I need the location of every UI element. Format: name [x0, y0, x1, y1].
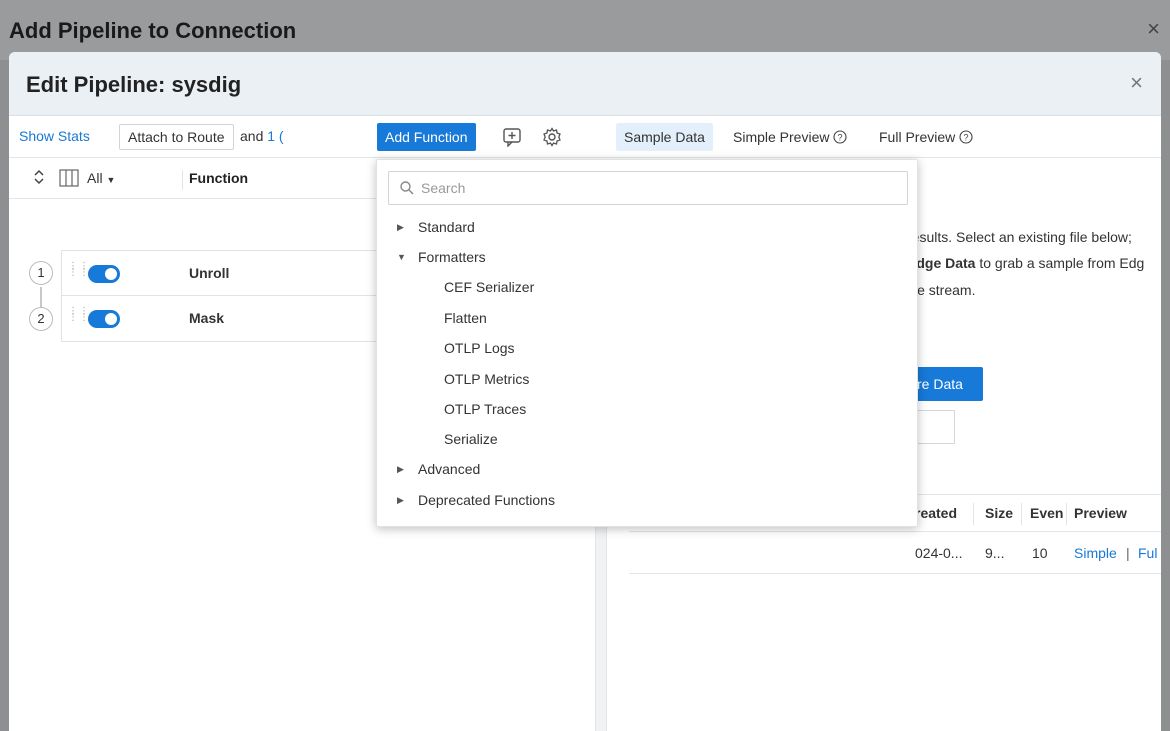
caret-right-icon: ▶	[397, 495, 404, 505]
column-preview: Preview	[1074, 505, 1127, 521]
column-created[interactable]: reated	[915, 505, 967, 521]
add-function-dropdown: ▶ Standard ▼ Formatters CEF Serializer F…	[376, 159, 918, 527]
modal-close-icon[interactable]: ×	[1130, 70, 1143, 96]
gear-icon[interactable]	[540, 125, 564, 149]
drag-handle-icon[interactable]: ⋮⋮ ⋮⋮	[68, 262, 89, 282]
pipeline-toolbar: Show Stats Attach to Route and 1 ( Add F…	[9, 116, 1161, 158]
column-size[interactable]: Size	[985, 505, 1013, 521]
caret-right-icon: ▶	[397, 464, 404, 474]
column-separator	[1066, 503, 1067, 525]
caret-down-icon: ▼	[397, 252, 406, 262]
category-label: Advanced	[418, 461, 481, 477]
column-separator	[1021, 503, 1022, 525]
add-function-button[interactable]: Add Function	[377, 123, 476, 151]
all-filter-label: All	[87, 170, 103, 186]
route-count-link[interactable]: 1 (	[267, 128, 283, 144]
step-number-2: 2	[29, 307, 53, 331]
link-separator: |	[1126, 545, 1130, 561]
capture-data-button[interactable]: re Data	[907, 367, 983, 401]
category-advanced[interactable]: ▶ Advanced	[377, 454, 917, 484]
function-option-serialize[interactable]: Serialize	[444, 424, 498, 454]
function-option-otlp-metrics[interactable]: OTLP Metrics	[444, 364, 529, 394]
table-row[interactable]: 024-0... 9... 10 Simple | Ful	[629, 532, 1161, 574]
file-events: 10	[1032, 545, 1048, 561]
category-label: Standard	[418, 219, 475, 235]
category-deprecated-functions[interactable]: ▶ Deprecated Functions	[377, 485, 917, 515]
file-created: 024-0...	[915, 545, 963, 561]
search-input[interactable]	[421, 172, 901, 204]
simple-preview-link[interactable]: Simple	[1074, 545, 1117, 561]
tab-full-preview-label: Full Preview	[879, 129, 956, 145]
help-circle-icon: ?	[959, 129, 973, 145]
function-column-header: Function	[182, 170, 248, 190]
svg-text:?: ?	[964, 133, 969, 143]
tab-sample-data-label: Sample Data	[624, 129, 705, 145]
attached-routes-text: and 1 (	[240, 128, 284, 144]
svg-text:?: ?	[838, 133, 843, 143]
category-label: Formatters	[418, 249, 486, 265]
caret-right-icon: ▶	[397, 222, 404, 232]
function-search-box[interactable]	[388, 171, 908, 205]
show-stats-link[interactable]: Show Stats	[19, 128, 90, 144]
function-name: Mask	[189, 310, 225, 326]
file-size: 9...	[985, 545, 1005, 561]
tab-full-preview[interactable]: Full Preview ?	[871, 123, 981, 151]
expand-collapse-icon[interactable]	[33, 167, 45, 190]
full-preview-link[interactable]: Ful	[1138, 545, 1157, 561]
function-row-unroll[interactable]: ⋮⋮ ⋮⋮ Unroll	[61, 250, 381, 296]
help-circle-icon: ?	[833, 129, 847, 145]
tab-simple-preview[interactable]: Simple Preview ?	[725, 123, 855, 151]
step-number-1: 1	[29, 261, 53, 285]
add-comment-icon[interactable]	[500, 125, 524, 149]
drag-handle-icon[interactable]: ⋮⋮ ⋮⋮	[68, 307, 89, 327]
info-text-line-2-rest: to grab a sample from Edg	[979, 255, 1145, 271]
search-icon	[399, 180, 415, 196]
info-text-line-2: Edge Data to grab a sample from Edg	[907, 255, 1144, 271]
outer-close-icon[interactable]: ×	[1147, 16, 1160, 42]
modal-header: Edit Pipeline: sysdig ×	[9, 52, 1161, 116]
function-option-cef-serializer[interactable]: CEF Serializer	[444, 272, 534, 302]
category-standard[interactable]: ▶ Standard	[377, 212, 917, 242]
attach-to-route-button[interactable]: Attach to Route	[119, 124, 234, 150]
caret-down-icon: ▼	[106, 175, 116, 185]
enable-toggle[interactable]	[88, 265, 120, 283]
enable-toggle[interactable]	[88, 310, 120, 328]
function-row-mask[interactable]: ⋮⋮ ⋮⋮ Mask	[61, 296, 381, 342]
function-name: Unroll	[189, 265, 230, 281]
function-option-otlp-logs[interactable]: OTLP Logs	[444, 333, 515, 363]
outer-dialog-title: Add Pipeline to Connection	[9, 18, 297, 43]
category-label: Deprecated Functions	[418, 492, 555, 508]
and-label: and	[240, 128, 264, 144]
info-text-line-1: results. Select an existing file below;	[907, 229, 1132, 245]
all-filter-dropdown[interactable]: All ▼	[87, 170, 115, 186]
column-separator	[973, 503, 974, 525]
column-events[interactable]: Even	[1030, 505, 1064, 521]
tab-sample-data[interactable]: Sample Data	[616, 123, 713, 151]
modal-title: Edit Pipeline: sysdig	[26, 72, 242, 97]
function-option-flatten[interactable]: Flatten	[444, 303, 487, 333]
category-formatters[interactable]: ▼ Formatters	[377, 242, 917, 272]
columns-icon[interactable]	[59, 169, 79, 190]
tab-simple-preview-label: Simple Preview	[733, 129, 830, 145]
function-option-otlp-traces[interactable]: OTLP Traces	[444, 394, 526, 424]
step-connector	[40, 287, 42, 307]
